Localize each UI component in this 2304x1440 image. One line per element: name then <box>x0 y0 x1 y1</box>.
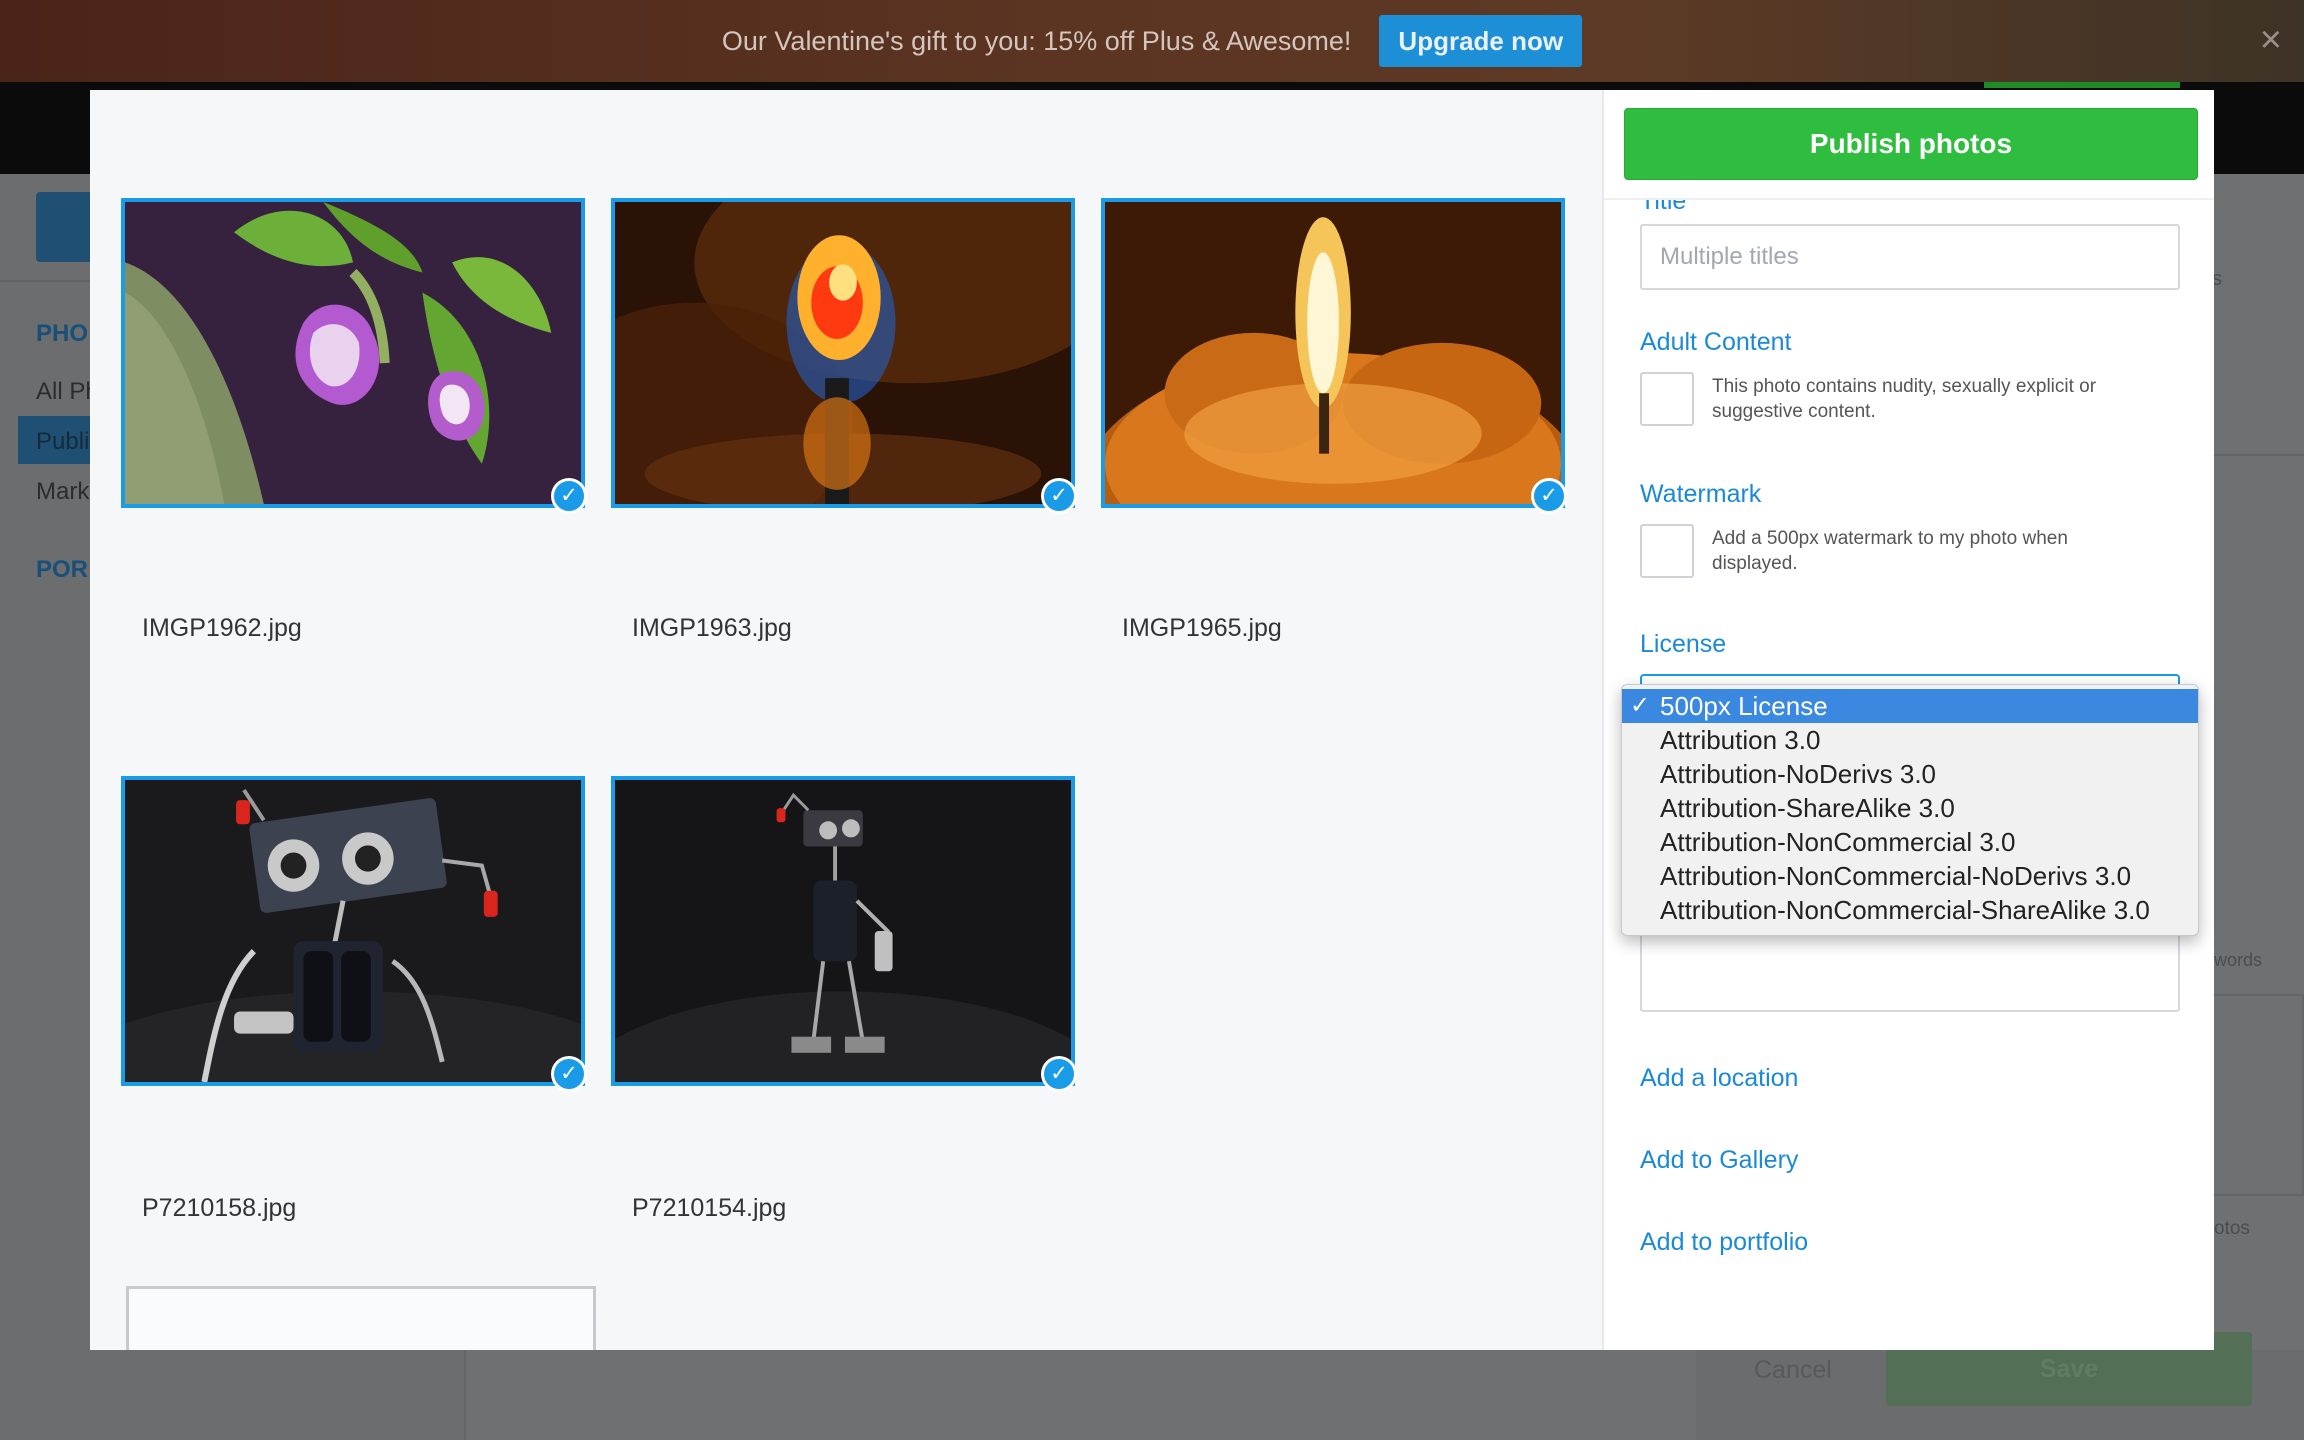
adult-content-description: This photo contains nudity, sexually exp… <box>1712 376 2097 422</box>
selected-check-icon[interactable]: ✓ <box>551 1056 587 1092</box>
license-option[interactable]: Attribution 3.0 <box>1622 723 2198 757</box>
selected-check-icon[interactable]: ✓ <box>1531 478 1567 514</box>
photo-filename: IMGP1965.jpg <box>1122 614 1282 642</box>
checkmark-icon: ✓ <box>1630 692 1651 719</box>
license-label: License <box>1640 630 1727 658</box>
photo-filename: IMGP1962.jpg <box>142 614 302 642</box>
title-label-clip: Title <box>1640 200 1840 214</box>
selected-check-icon[interactable]: ✓ <box>1041 478 1077 514</box>
promo-text: Our Valentine's gift to you: 15% off Plu… <box>721 25 1352 56</box>
watermark-label: Watermark <box>1640 480 1762 508</box>
photo-grid: ✓ IMGP1962.jpg ✓ IMGP1963.jpg ✓ IMGP1965… <box>90 90 1602 1350</box>
photo-thumbnail[interactable] <box>611 776 1075 1086</box>
license-option[interactable]: Attribution-NonCommercial-NoDerivs 3.0 <box>1622 859 2198 893</box>
empty-photo-slot <box>126 1286 596 1350</box>
photo-thumbnail[interactable] <box>121 776 585 1086</box>
license-option[interactable]: Attribution-NoDerivs 3.0 <box>1622 757 2198 791</box>
selected-check-icon[interactable]: ✓ <box>551 478 587 514</box>
photo-filename: IMGP1963.jpg <box>632 614 792 642</box>
license-option[interactable]: Attribution-NonCommercial 3.0 <box>1622 825 2198 859</box>
background-card <box>2212 178 2304 456</box>
photo-filename: P7210158.jpg <box>142 1194 297 1222</box>
add-to-portfolio-link[interactable]: Add to portfolio <box>1640 1228 1808 1257</box>
photo-flower-image <box>125 202 581 504</box>
sidebar-item-published: Publi <box>36 428 90 455</box>
watermark-checkbox[interactable] <box>1640 524 1694 578</box>
title-label: Title <box>1640 200 1687 214</box>
sidebar-heading-photos: PHO <box>36 320 89 347</box>
publish-photos-button[interactable]: Publish photos <box>1624 108 2198 180</box>
adult-content-checkbox[interactable] <box>1640 372 1694 426</box>
license-option[interactable]: Attribution-NonCommercial-ShareAlike 3.0 <box>1622 893 2198 927</box>
photo-thumbnail[interactable] <box>611 198 1075 508</box>
background-text-fragment: words <box>2214 950 2263 970</box>
photo-thumbnail[interactable] <box>121 198 585 508</box>
upgrade-now-button[interactable]: Upgrade now <box>1379 15 1583 67</box>
background-textarea <box>2212 994 2304 1196</box>
close-icon[interactable]: × <box>2260 20 2282 60</box>
background-text-fragment: otos <box>2214 1218 2250 1239</box>
background-cancel-button: Cancel <box>1754 1356 1832 1384</box>
adult-content-label: Adult Content <box>1640 328 1792 356</box>
sidebar-item-market: Mark <box>36 478 90 505</box>
add-location-link[interactable]: Add a location <box>1640 1064 1798 1093</box>
photo-filename: P7210154.jpg <box>632 1194 787 1222</box>
photo-candle-image <box>1105 202 1561 504</box>
license-option[interactable]: Attribution-ShareAlike 3.0 <box>1622 791 2198 825</box>
license-dropdown-menu: ✓ 500px License Attribution 3.0 Attribut… <box>1621 684 2199 936</box>
watermark-description: Add a 500px watermark to my photo when d… <box>1712 528 2068 574</box>
sidebar-upload-button <box>36 192 96 262</box>
selected-check-icon[interactable]: ✓ <box>1041 1056 1077 1092</box>
photo-flame-image <box>615 202 1071 504</box>
promo-banner: Our Valentine's gift to you: 15% off Plu… <box>0 0 2304 82</box>
photo-thumbnail[interactable] <box>1101 198 1565 508</box>
photo-robot-full-image <box>615 780 1071 1082</box>
license-option-selected[interactable]: ✓ 500px License <box>1622 689 2198 723</box>
nav-upload-accent <box>1984 82 2180 88</box>
title-input[interactable]: Multiple titles <box>1640 224 2180 290</box>
add-to-gallery-link[interactable]: Add to Gallery <box>1640 1146 1798 1175</box>
photo-robot-image <box>125 780 581 1082</box>
license-option-label: 500px License <box>1660 691 1828 721</box>
sidebar-heading-portfolio: POR <box>36 556 89 583</box>
